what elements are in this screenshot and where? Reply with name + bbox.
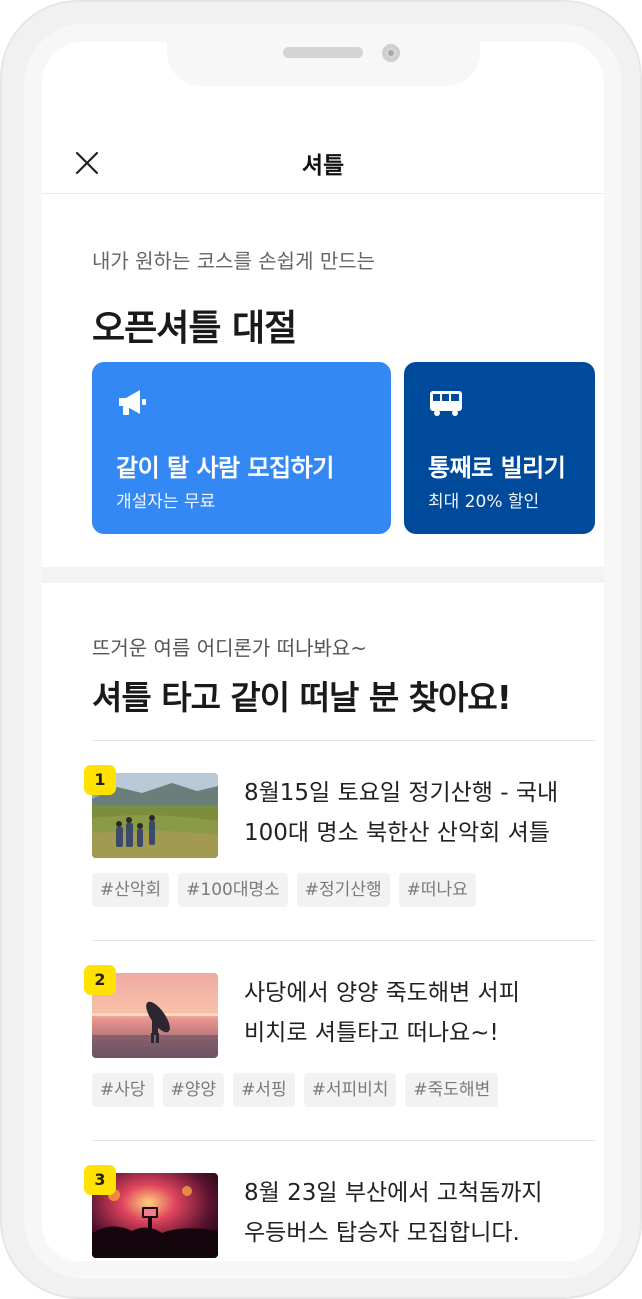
app-header: 셔틀	[42, 122, 604, 194]
list-divider	[92, 740, 595, 741]
phone-frame: 셔틀 내가 원하는 코스를 손쉽게 만드는 오픈셔틀 대절 같이 탈 사람 모집…	[0, 0, 642, 1299]
title-line: 사당에서 양양 죽도해변 서피	[244, 980, 520, 1006]
recruit-riders-card[interactable]: 같이 탈 사람 모집하기 개설자는 무료	[92, 362, 391, 534]
tag-chip[interactable]: #산악회	[92, 873, 170, 907]
tag-chip[interactable]: #서핑	[233, 1073, 295, 1107]
rank-badge: 3	[84, 1165, 116, 1195]
list-divider	[92, 1140, 595, 1141]
title-line: 8월 23일 부산에서 고척돔까지	[244, 1180, 543, 1206]
app-screen: 셔틀 내가 원하는 코스를 손쉽게 만드는 오픈셔틀 대절 같이 탈 사람 모집…	[42, 42, 604, 1261]
rent-card-subtitle: 최대 20% 할인	[428, 492, 540, 512]
rank-badge: 2	[84, 965, 116, 995]
megaphone-icon	[119, 390, 146, 415]
bus-icon	[430, 391, 462, 416]
hero-title: 오픈셔틀 대절	[92, 308, 297, 349]
title-line: 우등버스 탑승자 모집합니다.	[244, 1220, 520, 1246]
tag-chip[interactable]: #정기산행	[296, 873, 390, 907]
tag-chip[interactable]: #떠나요	[398, 873, 476, 907]
recruit-card-title: 같이 탈 사람 모집하기	[116, 454, 334, 482]
title-line: 비치로 셔틀타고 떠나요~!	[244, 1020, 499, 1046]
tag-chip[interactable]: #서피비치	[303, 1073, 397, 1107]
tag-chip[interactable]: #100대명소	[178, 873, 288, 907]
section-divider	[42, 567, 604, 583]
title-line: 100대 명소 북한산 산악회 셔틀	[244, 820, 550, 846]
title-line: 8월15일 토요일 정기산행 - 국내	[244, 780, 559, 806]
page-title: 셔틀	[301, 153, 345, 179]
front-camera	[382, 44, 400, 62]
list-item-title: 8월 23일 부산에서 고척돔까지 우등버스 탑승자 모집합니다.	[244, 1173, 594, 1253]
tag-chip[interactable]: #양양	[162, 1073, 225, 1107]
list-item-title: 8월15일 토요일 정기산행 - 국내 100대 명소 북한산 산악회 셔틀	[244, 773, 594, 853]
list-title: 셔틀 타고 같이 떠날 분 찾아요!	[92, 678, 512, 717]
hero-subtitle: 내가 원하는 코스를 손쉽게 만드는	[92, 249, 376, 273]
speaker-grille	[283, 47, 363, 58]
recruit-card-subtitle: 개설자는 무료	[116, 492, 216, 512]
tag-chip[interactable]: #사당	[92, 1073, 154, 1107]
phone-bezel: 셔틀 내가 원하는 코스를 손쉽게 만드는 오픈셔틀 대절 같이 탈 사람 모집…	[24, 24, 622, 1279]
list-subtitle: 뜨거운 여름 어디론가 떠나봐요~	[92, 636, 368, 660]
list-item[interactable]: 2 사당에서 양양 죽도해변 서피 비치로 셔틀타고 떠나요~! #사당 #양양…	[84, 965, 595, 1113]
rent-whole-bus-card[interactable]: 통째로 빌리기 최대 20% 할인	[404, 362, 595, 534]
tag-list: #사당 #양양 #서핑 #서피비치 #죽도해변	[92, 1073, 499, 1107]
tag-list: #산악회 #100대명소 #정기산행 #떠나요	[92, 873, 476, 907]
list-item[interactable]: 1 8월15일 토요일 정기산행 - 국내 100대 명소 북한산 산악회 셔틀…	[84, 765, 595, 913]
rent-card-title: 통째로 빌리기	[428, 454, 566, 482]
list-item-title: 사당에서 양양 죽도해변 서피 비치로 셔틀타고 떠나요~!	[244, 973, 594, 1053]
list-divider	[92, 940, 595, 941]
tag-chip[interactable]: #죽도해변	[405, 1073, 499, 1107]
rank-badge: 1	[84, 765, 116, 795]
list-item[interactable]: 3 8월 23일 부산에서 고척돔까지 우등버스 탑승자 모집합니다.	[84, 1165, 595, 1261]
